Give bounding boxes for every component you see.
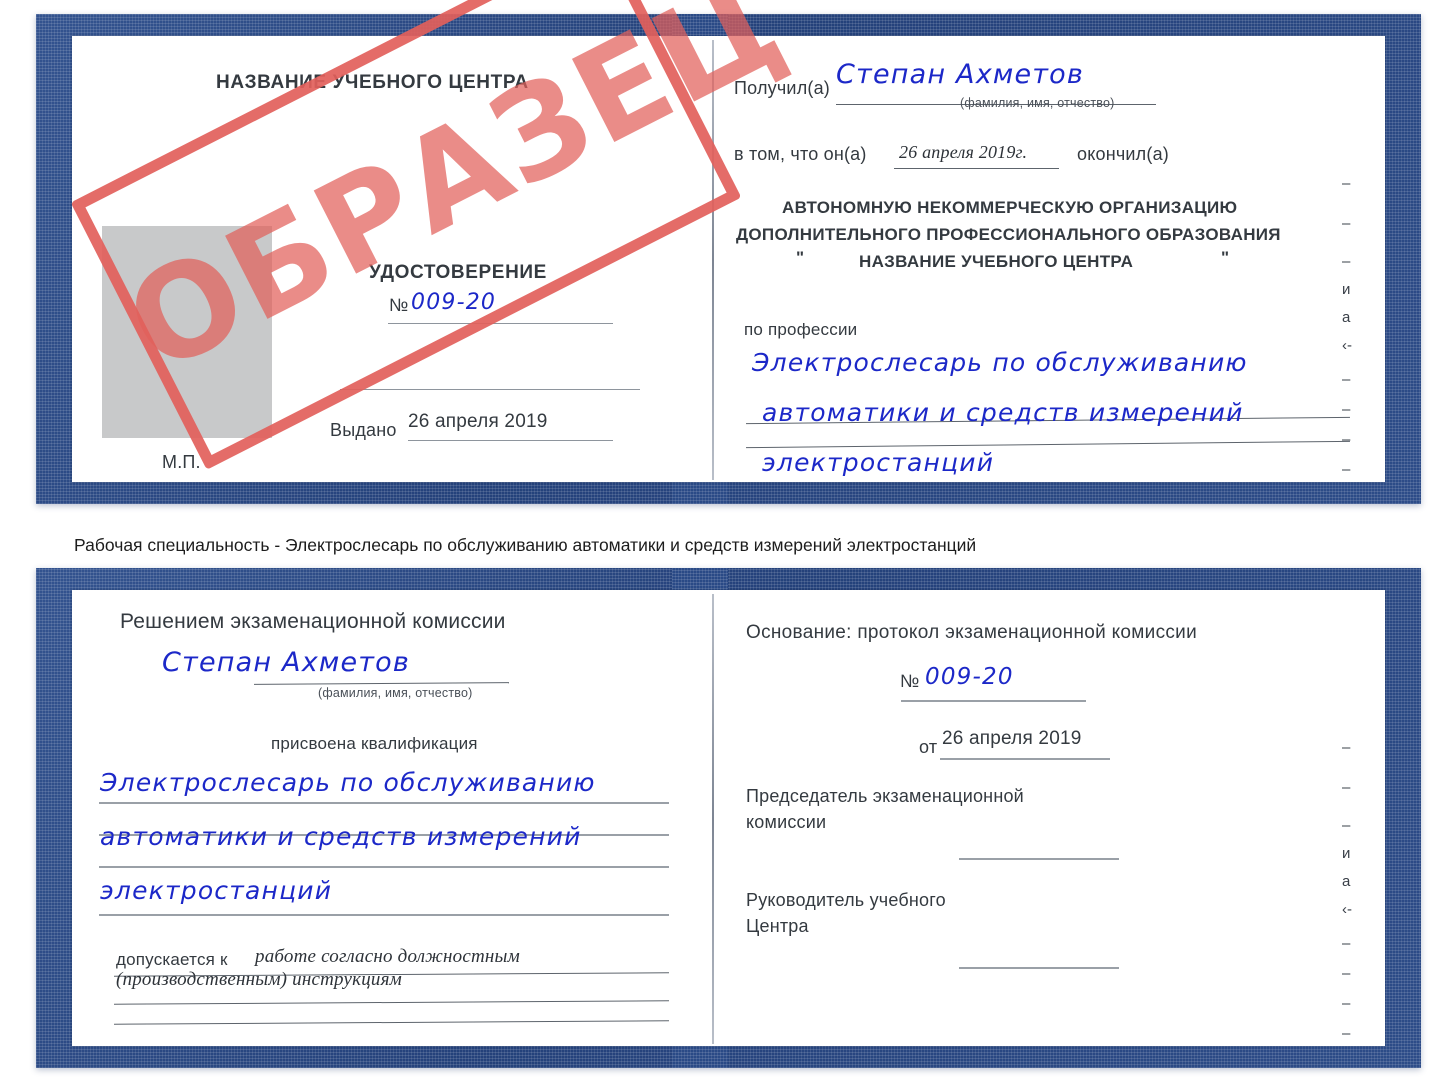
protocol-date-value: 26 апреля 2019	[942, 728, 1082, 749]
qualification-line-3: электростанций	[100, 876, 333, 905]
edge-glyph: –	[1342, 779, 1351, 796]
issued-label: Выдано	[330, 420, 397, 440]
edge-glyph: и	[1342, 845, 1351, 862]
edge-glyph: –	[1342, 739, 1351, 756]
received-by-label: Получил(а)	[734, 78, 830, 98]
admitted-to-line-2: (производственным) инструкциям	[116, 969, 402, 990]
certificate-top-left-page: НАЗВАНИЕ УЧЕБНОГО ЦЕНТРА УДОСТОВЕРЕНИЕ №…	[72, 36, 712, 482]
protocol-date-label: от	[919, 737, 938, 757]
edge-glyph: –	[1342, 965, 1351, 982]
qualification-label: присвоена квалификация	[271, 734, 478, 753]
qualification-rule-3	[99, 914, 669, 916]
organization-quote-close: "	[1221, 248, 1230, 267]
protocol-number-value: 009-20	[925, 664, 1014, 690]
issued-date-rule	[408, 440, 613, 441]
protocol-number-rule	[901, 700, 1086, 702]
certificate-number-value: 009-20	[411, 290, 497, 315]
seal-place-label: М.П.	[162, 452, 201, 472]
edge-glyph: –	[1342, 1025, 1351, 1042]
edge-glyph: –	[1342, 401, 1351, 418]
organization-quote-open: "	[796, 248, 805, 267]
admitted-rule-2	[114, 1000, 669, 1005]
edge-glyph: –	[1342, 935, 1351, 952]
edge-glyph: –	[1342, 817, 1351, 834]
edge-glyph: а	[1342, 309, 1351, 326]
completion-date-rule	[894, 168, 1059, 169]
chairman-label-line-1: Председатель экзаменационной	[746, 786, 1024, 806]
certificate-blank-rule-2	[340, 389, 640, 390]
admitted-to-line-1: работе согласно должностным	[255, 946, 520, 967]
protocol-date-rule	[940, 758, 1110, 760]
edge-glyph: –	[1342, 175, 1351, 192]
edge-glyph: ‹-	[1342, 337, 1352, 354]
head-of-center-line-2: Центра	[746, 916, 809, 936]
graduate-name-value: Степан Ахметов	[162, 647, 411, 678]
training-center-heading: НАЗВАНИЕ УЧЕБНОГО ЦЕНТРА	[216, 72, 529, 93]
edge-glyph: а	[1342, 873, 1351, 890]
document-type-label: УДОСТОВЕРЕНИЕ	[369, 262, 547, 283]
qualification-rule-2b	[99, 866, 669, 868]
received-by-value: Степан Ахметов	[836, 59, 1085, 90]
image-caption: Рабочая специальность - Электрослесарь п…	[74, 535, 977, 555]
fio-hint-top: (фамилия, имя, отчество)	[960, 96, 1115, 110]
graduate-name-rule	[253, 682, 510, 685]
profession-line-2: автоматики и средств измерений	[762, 398, 1244, 427]
finished-label: окончил(а)	[1077, 144, 1169, 164]
head-of-center-line-1: Руководитель учебного	[746, 890, 946, 910]
qualification-line-1: Электрослесарь по обслуживанию	[100, 768, 596, 797]
edge-glyph: –	[1342, 995, 1351, 1012]
profession-label: по профессии	[744, 320, 858, 339]
qualification-rule-1	[99, 802, 669, 804]
completion-date-value: 26 апреля 2019г.	[899, 142, 1028, 162]
admitted-rule-3	[114, 1020, 669, 1025]
edge-glyph: –	[1342, 215, 1351, 232]
chairman-label-line-2: комиссии	[746, 812, 827, 832]
organization-line-1: АВТОНОМНУЮ НЕКОММЕРЧЕСКУЮ ОРГАНИЗАЦИЮ	[782, 198, 1238, 217]
profession-line-1: Электрослесарь по обслуживанию	[752, 348, 1248, 377]
edge-glyph: и	[1342, 281, 1351, 298]
edge-glyph: –	[1342, 371, 1351, 388]
certificate-top-right-page: Получил(а) Степан Ахметов (фамилия, имя,…	[714, 36, 1385, 482]
edge-glyph: –	[1342, 253, 1351, 270]
photo-placeholder	[102, 226, 272, 438]
protocol-number-label: №	[900, 671, 920, 691]
commission-decision-heading: Решением экзаменационной комиссии	[120, 610, 506, 633]
edge-glyph: ‹-	[1342, 901, 1352, 918]
profession-line-3: электростанций	[762, 448, 995, 477]
chairman-signature-rule	[959, 858, 1119, 860]
issued-date-value: 26 апреля 2019	[408, 411, 548, 432]
organization-name: НАЗВАНИЕ УЧЕБНОГО ЦЕНТРА	[859, 252, 1134, 271]
organization-line-2: ДОПОЛНИТЕЛЬНОГО ПРОФЕССИОНАЛЬНОГО ОБРАЗО…	[736, 225, 1281, 244]
qualification-line-2: автоматики и средств измерений	[100, 822, 582, 851]
certificate-number-label: №	[389, 295, 409, 315]
admitted-to-label: допускается к	[116, 950, 228, 969]
certificate-bottom-right-page: Основание: протокол экзаменационной коми…	[714, 590, 1385, 1046]
that-he-completed-label: в том, что он(а)	[734, 144, 867, 164]
certificate-number-rule	[388, 323, 613, 324]
head-signature-rule	[959, 967, 1119, 969]
certificate-bottom-left-page: Решением экзаменационной комиссии Степан…	[72, 590, 712, 1046]
edge-glyph: –	[1342, 461, 1351, 478]
basis-protocol-label: Основание: протокол экзаменационной коми…	[746, 622, 1198, 643]
fio-hint-bottom: (фамилия, имя, отчество)	[318, 686, 473, 700]
edge-glyph: –	[1342, 431, 1351, 448]
